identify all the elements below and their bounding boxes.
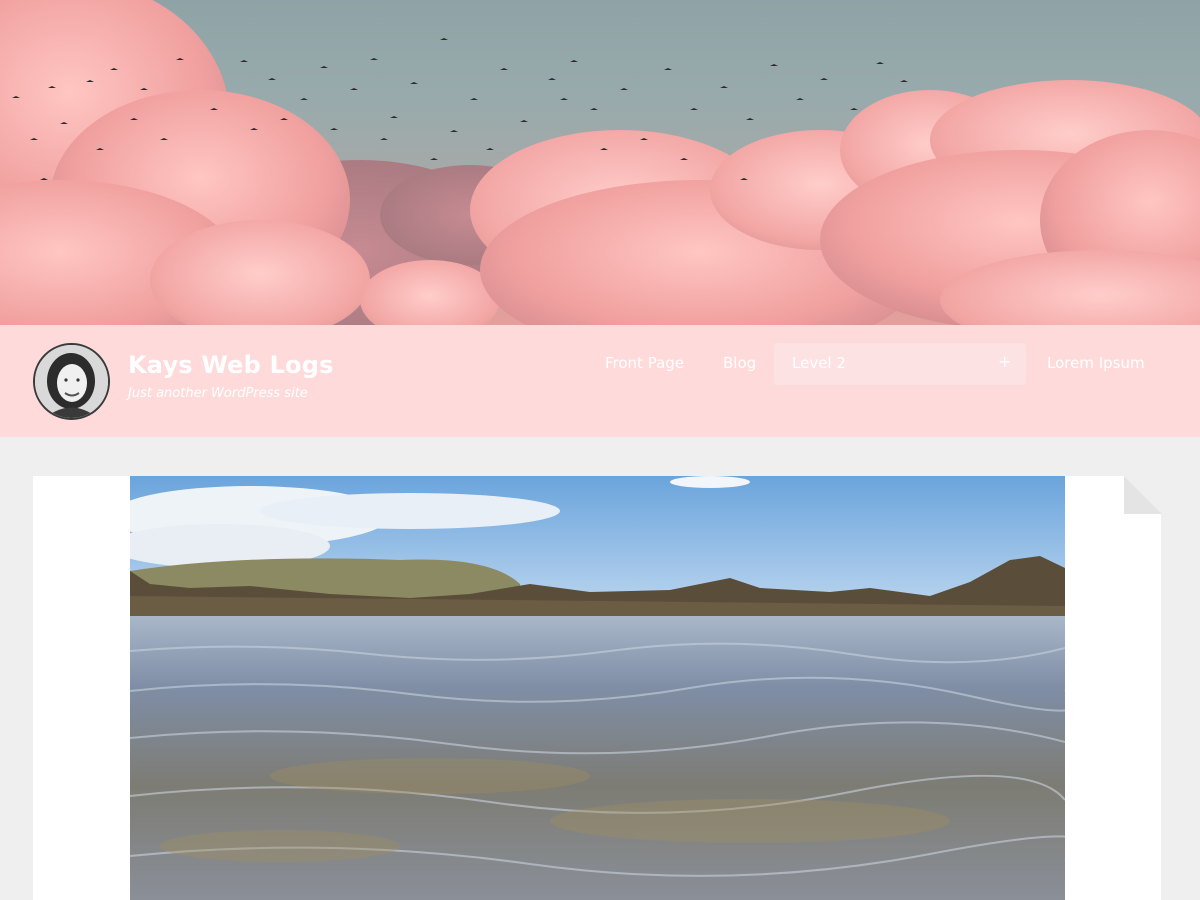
seashore-photo: [130, 476, 1065, 900]
clouds-illustration: [0, 0, 1200, 325]
site-logo-avatar[interactable]: [33, 343, 110, 420]
plus-icon[interactable]: +: [998, 352, 1011, 371]
nav-item-level-2[interactable]: Level 2: [792, 354, 846, 372]
nav-item-blog[interactable]: Blog: [723, 354, 756, 372]
site-tagline: Just another WordPress site: [128, 386, 308, 401]
header-image: [0, 0, 1200, 325]
user-avatar-icon: [35, 345, 108, 418]
post-featured-image[interactable]: [130, 476, 1065, 900]
page-fold-corner: [1124, 476, 1162, 514]
site-title[interactable]: Kays Web Logs: [128, 351, 334, 379]
nav-item-lorem-ipsum[interactable]: Lorem Ipsum: [1047, 354, 1145, 372]
nav-item-front-page[interactable]: Front Page: [605, 354, 684, 372]
